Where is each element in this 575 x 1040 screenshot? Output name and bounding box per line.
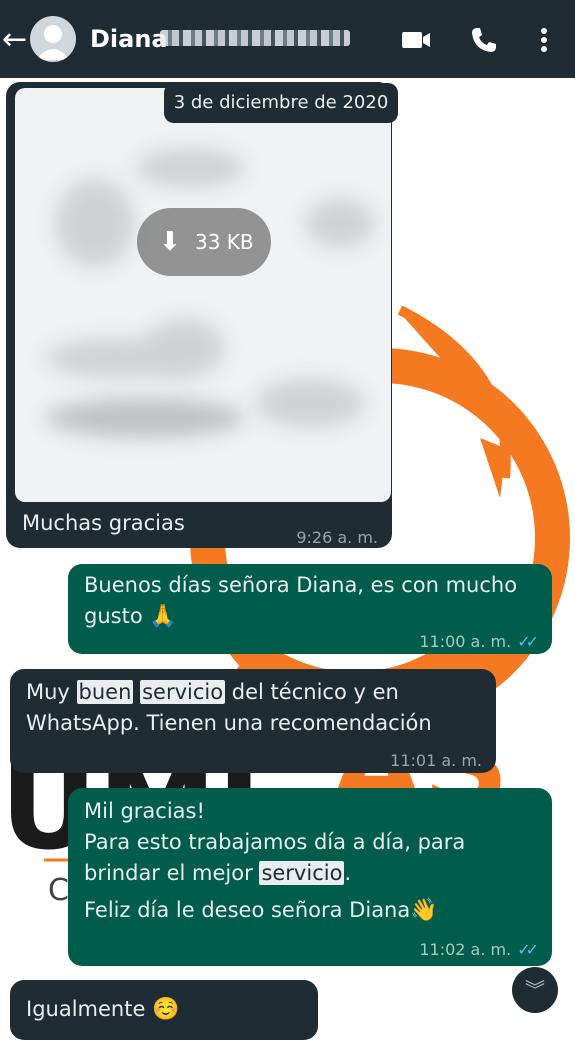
outgoing-message[interactable]: Buenos días señora Diana, es con mucho g… xyxy=(68,564,552,654)
double-check-read-icon: ✓✓ xyxy=(517,940,539,959)
date-divider: 3 de diciembre de 2020 xyxy=(164,83,398,123)
incoming-message[interactable]: Igualmente ☺️ xyxy=(10,980,318,1040)
arrow-left-icon[interactable]: ← xyxy=(2,22,27,57)
outgoing-message[interactable]: Mil gracias! Para esto trabajamos día a … xyxy=(68,788,552,966)
waving-hand-emoji: 👋 xyxy=(410,898,438,923)
contact-name[interactable]: Diana xyxy=(90,25,168,53)
highlighted-word: servicio xyxy=(259,861,345,885)
media-caption: Muchas gracias xyxy=(22,511,185,535)
blurred-image-preview[interactable]: ⬇ 33 KB xyxy=(15,88,391,502)
svg-text:C: C xyxy=(48,873,69,908)
highlighted-word: servicio xyxy=(140,680,226,704)
double-chevron-down-icon: ︾ xyxy=(525,978,545,1002)
folded-hands-emoji: 🙏 xyxy=(149,604,177,629)
default-avatar-icon xyxy=(36,25,70,60)
incoming-message[interactable]: Muy buen servicio del técnico y en Whats… xyxy=(10,669,496,773)
media-message-bubble[interactable]: ⬇ 33 KB Muchas gracias 9:26 a. m. xyxy=(6,82,392,548)
more-vert-icon[interactable] xyxy=(528,24,560,56)
file-size: 33 KB xyxy=(195,230,254,254)
smiling-face-emoji: ☺️ xyxy=(152,997,180,1022)
phone-icon[interactable] xyxy=(468,24,500,56)
video-call-icon[interactable] xyxy=(400,24,432,56)
highlighted-word: buen xyxy=(76,680,134,704)
message-time: 11:01 a. m. xyxy=(390,751,482,770)
download-button[interactable]: ⬇ 33 KB xyxy=(137,208,271,276)
double-check-read-icon: ✓✓ xyxy=(517,632,539,651)
message-text: Muy buen servicio del técnico y en Whats… xyxy=(26,680,432,735)
message-text: Buenos días señora Diana, es con mucho g… xyxy=(84,573,518,629)
avatar[interactable] xyxy=(30,16,76,62)
scroll-to-bottom-button[interactable]: ︾ xyxy=(512,967,558,1013)
message-time: 11:02 a. m. ✓✓ xyxy=(419,940,539,959)
download-arrow-icon: ⬇ xyxy=(159,227,181,257)
message-text: Igualmente ☺️ xyxy=(26,997,180,1022)
chat-header: ← Diana xyxy=(0,0,575,78)
message-time: 11:00 a. m. ✓✓ xyxy=(419,632,539,651)
redacted-surname xyxy=(160,30,350,46)
message-time: 9:26 a. m. xyxy=(296,528,378,547)
message-text: Mil gracias! Para esto trabajamos día a … xyxy=(84,799,466,923)
